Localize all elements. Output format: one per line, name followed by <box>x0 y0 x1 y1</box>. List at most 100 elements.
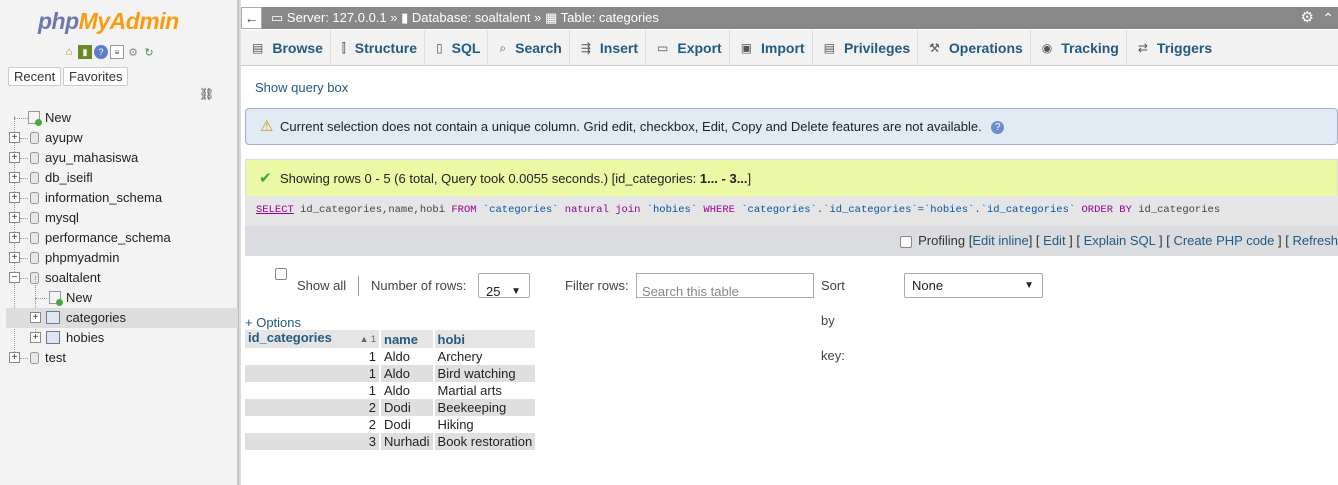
table-row: 1 Aldo Martial arts <box>245 382 538 399</box>
cell-hobi[interactable]: Archery <box>433 348 538 365</box>
expand-icon[interactable]: + <box>9 232 20 243</box>
cell-hobi[interactable]: Book restoration <box>433 433 538 450</box>
settings-icon[interactable]: ⚙ <box>126 45 140 59</box>
tree-db-ayupw[interactable]: + ayupw <box>6 128 238 148</box>
tab-privileges[interactable]: ▤ Privileges <box>813 30 919 66</box>
tab-insert[interactable]: ⇶ Insert <box>570 30 647 66</box>
cell-name[interactable]: Aldo <box>380 382 435 399</box>
tree-db-db-iseifl[interactable]: + db_iseifl <box>6 168 238 188</box>
tree-item-new-table[interactable]: New <box>6 288 238 308</box>
tab-import[interactable]: ▣ Import <box>730 30 813 66</box>
tree-db-label: ayu_mahasiswa <box>45 150 139 165</box>
back-arrow-icon[interactable]: ← <box>241 7 262 29</box>
expand-icon[interactable]: + <box>30 332 41 343</box>
expand-icon[interactable]: + <box>9 212 20 223</box>
sql-icon: ▯ <box>436 41 443 55</box>
tab-triggers[interactable]: ⇄ Triggers <box>1127 30 1219 66</box>
tab-label: Tracking <box>1061 40 1119 56</box>
tree-db-soaltalent[interactable]: − soaltalent <box>6 268 238 288</box>
link-with-main-icon[interactable]: ⛓ <box>199 87 214 101</box>
docs-icon[interactable]: ≡ <box>110 45 124 59</box>
rows-per-page-select[interactable]: 25 ▼ <box>478 273 530 299</box>
show-query-box-link[interactable]: Show query box <box>255 80 348 95</box>
expand-icon[interactable]: + <box>9 152 20 163</box>
tab-search[interactable]: ⌕ Search <box>488 30 570 66</box>
explain-sql-link[interactable]: Explain SQL <box>1084 233 1156 248</box>
breadcrumb-separator: » <box>534 10 542 25</box>
tab-tracking[interactable]: ◉ Tracking <box>1031 30 1127 66</box>
sort-by-key-select[interactable]: None ▼ <box>904 273 1043 298</box>
cell-name[interactable]: Aldo <box>380 348 435 365</box>
column-header-name[interactable]: name <box>380 330 435 348</box>
recent-button[interactable]: Recent <box>8 67 62 86</box>
tree-table-hobies[interactable]: + hobies <box>6 328 238 348</box>
expand-icon[interactable]: + <box>9 172 20 183</box>
collapse-icon[interactable]: ⌃ <box>1322 7 1334 29</box>
edit-link[interactable]: Edit <box>1043 233 1065 248</box>
show-all-checkbox[interactable] <box>275 268 287 280</box>
create-php-code-link[interactable]: Create PHP code <box>1173 233 1274 248</box>
help-icon[interactable]: ? <box>94 45 108 59</box>
cell-id[interactable]: 1 <box>245 348 381 365</box>
cell-name[interactable]: Nurhadi <box>380 433 435 450</box>
cell-id[interactable]: 1 <box>245 382 381 399</box>
edit-inline-link[interactable]: Edit inline <box>972 233 1028 248</box>
tree-table-categories[interactable]: + categories <box>6 308 238 328</box>
structure-icon: ⫿ <box>341 40 346 55</box>
tab-sql[interactable]: ▯ SQL <box>425 30 489 66</box>
tab-export[interactable]: ▭ Export <box>646 30 730 66</box>
cell-hobi[interactable]: Hiking <box>433 416 538 433</box>
cell-hobi[interactable]: Bird watching <box>433 365 538 382</box>
panel-resizer[interactable] <box>238 0 241 485</box>
refresh-link[interactable]: Refresh <box>1292 233 1338 248</box>
cell-id[interactable]: 1 <box>245 365 381 382</box>
expand-icon[interactable]: + <box>9 352 20 363</box>
profiling-checkbox[interactable] <box>900 235 913 248</box>
home-icon[interactable]: ⌂ <box>62 45 76 59</box>
tree-db-performance-schema[interactable]: + performance_schema <box>6 228 238 248</box>
favorites-button[interactable]: Favorites <box>63 67 129 86</box>
expand-icon[interactable]: + <box>9 192 20 203</box>
expand-icon[interactable]: + <box>9 132 20 143</box>
options-toggle[interactable]: + Options <box>245 315 301 330</box>
filter-rows-input[interactable]: Search this table <box>636 273 814 299</box>
cell-id[interactable]: 2 <box>245 416 381 433</box>
tree-db-ayu-mahasiswa[interactable]: + ayu_mahasiswa <box>6 148 238 168</box>
browse-icon: ▤ <box>252 41 264 55</box>
cell-hobi[interactable]: Martial arts <box>433 382 538 399</box>
tree-db-phpmyadmin[interactable]: + phpmyadmin <box>6 248 238 268</box>
tab-browse[interactable]: ▤ Browse <box>241 30 331 66</box>
expand-icon[interactable]: + <box>9 252 20 263</box>
cell-name[interactable]: Dodi <box>380 399 435 416</box>
exit-icon[interactable]: ▮ <box>78 45 92 59</box>
cell-id[interactable]: 3 <box>245 433 381 450</box>
cell-name[interactable]: Dodi <box>380 416 435 433</box>
settings-gear-icon[interactable]: ⚙ <box>1301 7 1314 29</box>
tab-operations[interactable]: ⚒ Operations <box>918 30 1031 66</box>
breadcrumb-database[interactable]: Database: soaltalent <box>412 10 531 25</box>
tree-table-label: categories <box>66 310 126 325</box>
column-header-hobi[interactable]: hobi <box>433 330 538 348</box>
sql-query-display[interactable]: SELECT id_categories,name,hobi FROM `cat… <box>245 196 1338 226</box>
breadcrumb-server[interactable]: Server: 127.0.0.1 <box>287 10 387 25</box>
privileges-icon: ▤ <box>823 41 835 55</box>
reload-icon[interactable]: ↻ <box>142 45 156 59</box>
help-icon[interactable]: ? <box>991 121 1005 135</box>
tree-db-mysql[interactable]: + mysql <box>6 208 238 228</box>
phpmyadmin-logo[interactable]: phpMyAdmin <box>38 8 179 35</box>
tree-new-table-label: New <box>66 290 93 305</box>
table-row: 3 Nurhadi Book restoration <box>245 433 538 450</box>
cell-hobi[interactable]: Beekeeping <box>433 399 538 416</box>
tree-db-test[interactable]: + test <box>6 348 238 368</box>
tree-item-new[interactable]: New <box>6 108 238 128</box>
column-header-id-categories[interactable]: id_categories ▲ 1 <box>245 330 381 348</box>
expand-icon[interactable]: + <box>30 312 41 323</box>
breadcrumb-table[interactable]: Table: categories <box>561 10 659 25</box>
tab-structure[interactable]: ⫿ Structure <box>331 30 425 66</box>
cell-id[interactable]: 2 <box>245 399 381 416</box>
tree-db-information-schema[interactable]: + information_schema <box>6 188 238 208</box>
logo-php-text: php <box>38 8 79 34</box>
cell-name[interactable]: Aldo <box>380 365 435 382</box>
collapse-icon[interactable]: − <box>9 272 20 283</box>
operations-icon: ⚒ <box>929 41 940 55</box>
